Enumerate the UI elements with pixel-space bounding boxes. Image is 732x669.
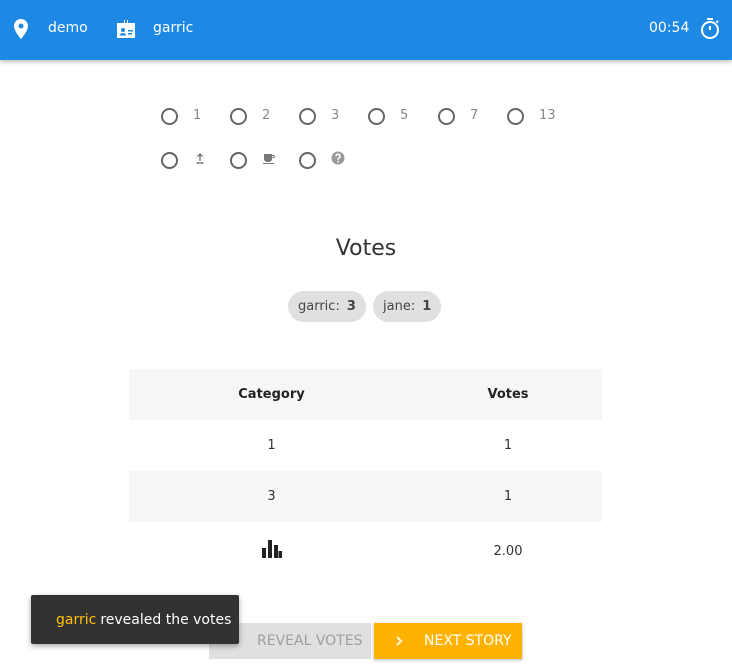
table-row: 1 1 xyxy=(129,420,602,471)
column-header-category: Category xyxy=(238,387,305,402)
location-pin-icon xyxy=(14,19,28,39)
card-label: 2 xyxy=(262,108,271,123)
snackbar: garric revealed the votes xyxy=(31,595,239,644)
top-app-bar: demo garric 00:54 xyxy=(0,0,732,60)
chevron-right-icon xyxy=(396,636,403,646)
vote-chip-jane: jane: 1 xyxy=(373,291,442,322)
card-option-coffee[interactable] xyxy=(230,149,290,173)
badge-icon xyxy=(117,20,135,38)
card-option-13[interactable]: 13 xyxy=(507,105,567,129)
cell-category: 1 xyxy=(267,438,276,453)
radio-button[interactable] xyxy=(230,152,247,169)
card-label: 3 xyxy=(331,108,340,123)
radio-button[interactable] xyxy=(368,108,385,125)
radio-button[interactable] xyxy=(161,108,178,125)
summary-cell xyxy=(129,522,414,580)
reveal-votes-label: Reveal Votes xyxy=(257,633,363,649)
card-option-infinity[interactable] xyxy=(161,149,221,173)
timer-display: 00:54 xyxy=(649,20,690,36)
card-option-5[interactable]: 5 xyxy=(368,105,428,129)
upload-icon xyxy=(196,153,204,164)
radio-button[interactable] xyxy=(299,152,316,169)
chip-vote: 3 xyxy=(346,299,356,314)
card-option-3[interactable]: 3 xyxy=(299,105,359,129)
cell-category: 3 xyxy=(267,489,276,504)
radio-button[interactable] xyxy=(438,108,455,125)
cell-votes: 1 xyxy=(503,438,513,453)
card-option-1[interactable]: 1 xyxy=(161,105,221,129)
column-header-votes: Votes xyxy=(487,387,529,402)
snackbar-message: revealed the votes xyxy=(100,611,232,628)
votes-heading: Votes xyxy=(335,236,397,261)
card-label: 5 xyxy=(400,108,409,123)
radio-button[interactable] xyxy=(299,108,316,125)
card-label: 13 xyxy=(539,108,556,123)
radio-button[interactable] xyxy=(161,152,178,169)
table-header-row: Category Votes xyxy=(129,369,602,420)
snackbar-user: garric xyxy=(56,611,97,628)
chip-vote: 1 xyxy=(422,299,432,314)
next-story-label: Next Story xyxy=(424,633,512,649)
radio-button[interactable] xyxy=(230,108,247,125)
cell-votes: 1 xyxy=(503,489,513,504)
card-option-unknown[interactable] xyxy=(299,149,359,173)
coffee-icon xyxy=(263,154,275,164)
card-option-7[interactable]: 7 xyxy=(438,105,498,129)
card-label: 7 xyxy=(470,108,479,123)
bar-chart-icon xyxy=(261,540,282,558)
card-option-2[interactable]: 2 xyxy=(230,105,290,129)
chip-user: jane: xyxy=(383,299,416,314)
table-summary-row: 2.00 xyxy=(129,522,602,580)
vote-summary-table: Category Votes 1 1 3 1 2.00 xyxy=(129,369,602,580)
stopwatch-icon[interactable] xyxy=(698,17,722,41)
table-row: 3 1 xyxy=(129,471,602,522)
radio-button[interactable] xyxy=(507,108,524,125)
room-name[interactable]: demo xyxy=(48,20,88,36)
chip-user: garric: xyxy=(298,299,340,314)
user-name[interactable]: garric xyxy=(153,20,193,36)
question-icon xyxy=(331,151,345,165)
card-label: 1 xyxy=(193,108,202,123)
vote-chip-garric: garric: 3 xyxy=(288,291,366,322)
cell-average: 2.00 xyxy=(493,543,523,559)
next-story-button[interactable]: Next Story xyxy=(374,623,522,659)
